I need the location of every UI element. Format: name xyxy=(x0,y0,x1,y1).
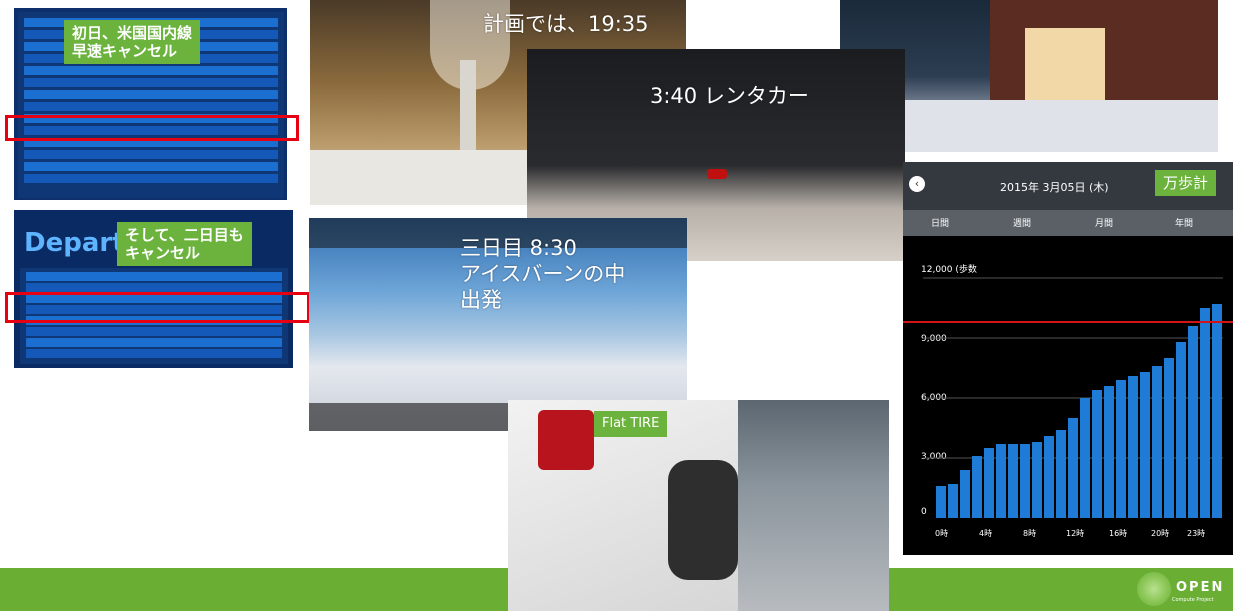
step-bar xyxy=(936,486,946,518)
step-bar xyxy=(1104,386,1114,518)
x-tick-0: 0時 xyxy=(935,529,949,538)
step-bar xyxy=(1176,342,1186,518)
pedometer-screenshot: ‹ 2015年 3月05日 (木) 日間 週間 月間 年間 12,000 (歩数… xyxy=(903,162,1233,555)
step-bar xyxy=(960,470,970,518)
flat-tire-label: Flat TIRE xyxy=(594,411,668,437)
step-bar xyxy=(1188,326,1198,518)
step-bar xyxy=(1152,366,1162,518)
x-tick-16: 16時 xyxy=(1109,529,1128,538)
plan-time-label: 計画では、19:35 xyxy=(483,12,649,36)
step-bar xyxy=(996,444,1006,518)
step-bar xyxy=(1092,390,1102,518)
step-chart xyxy=(903,277,1233,518)
x-tick-12: 12時 xyxy=(1066,529,1085,538)
step-bar xyxy=(1068,418,1078,518)
x-tick-23: 23時 xyxy=(1187,529,1206,538)
step-bar xyxy=(1212,304,1222,518)
step-bar xyxy=(1116,380,1126,518)
footer-brand-sub: Compute Project xyxy=(1172,597,1214,603)
step-bar xyxy=(984,448,994,518)
cancelled-flight-highlight-2 xyxy=(5,292,310,323)
pedometer-label: 万歩計 xyxy=(1155,170,1217,196)
step-bar xyxy=(948,484,958,518)
step-bar xyxy=(1056,430,1066,518)
step-bar xyxy=(1164,358,1174,518)
step-bar xyxy=(1128,376,1138,518)
day3-departure-label: 三日目 8:30 アイスバーンの中 出発 xyxy=(460,236,626,312)
step-bar xyxy=(1032,442,1042,518)
step-bar xyxy=(1080,398,1090,518)
day1-cancel-label: 初日、米国国内線 早速キャンセル xyxy=(64,20,201,64)
rental-car-label: 3:40 レンタカー xyxy=(650,84,809,108)
step-bar xyxy=(1044,436,1054,518)
x-tick-4: 4時 xyxy=(979,529,993,538)
flat-tire-photo xyxy=(508,400,889,611)
x-tick-8: 8時 xyxy=(1023,529,1037,538)
day2-cancel-label: そして、二日目も キャンセル xyxy=(117,222,252,266)
x-tick-20: 20時 xyxy=(1151,529,1170,538)
step-bar xyxy=(1008,444,1018,518)
footer-brand: OPEN xyxy=(1176,580,1225,595)
ocp-logo-icon xyxy=(1137,572,1171,606)
cancelled-flight-highlight-1 xyxy=(5,115,299,141)
step-bar xyxy=(1200,308,1210,518)
step-bar xyxy=(1140,372,1150,518)
step-bar xyxy=(972,456,982,518)
step-bar xyxy=(1020,444,1030,518)
